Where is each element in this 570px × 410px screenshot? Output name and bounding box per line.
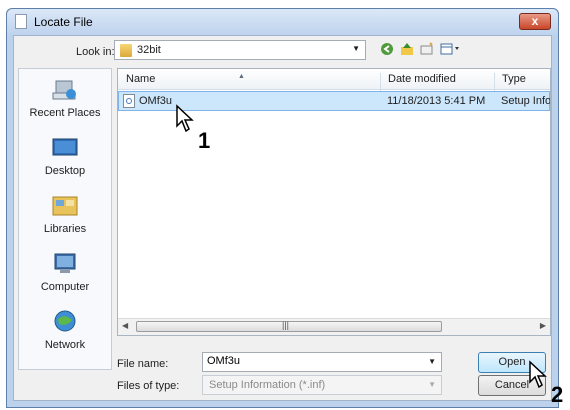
files-of-type-dropdown[interactable]: Setup Information (*.inf) ▼ [202, 375, 442, 395]
file-name: OMf3u [139, 95, 173, 107]
folder-icon [120, 44, 132, 57]
place-label: Recent Places [29, 107, 101, 119]
place-label: Network [44, 339, 86, 351]
column-name[interactable]: Name [126, 73, 155, 85]
mouse-cursor-icon [529, 360, 547, 389]
close-icon: x [531, 14, 539, 28]
place-libraries[interactable]: Libraries [19, 189, 111, 245]
new-folder-icon[interactable] [420, 42, 434, 56]
title-bar[interactable]: Locate File x [7, 9, 558, 35]
place-computer[interactable]: Computer [19, 247, 111, 303]
document-icon [15, 14, 27, 29]
place-desktop[interactable]: Desktop [19, 131, 111, 187]
network-icon [54, 310, 76, 332]
mouse-cursor-icon [176, 104, 194, 133]
callout-number-1: 1 [198, 128, 211, 153]
look-in-label: Look in: [76, 46, 115, 58]
file-name-label: File name: [117, 358, 169, 370]
column-type[interactable]: Type [502, 73, 526, 85]
horizontal-scrollbar[interactable]: ◀ ||| ▶ [118, 318, 550, 335]
scroll-right-icon[interactable]: ▶ [540, 321, 546, 330]
scrollbar-thumb[interactable]: ||| [136, 320, 442, 332]
column-divider[interactable] [380, 73, 381, 93]
grip-icon: ||| [282, 320, 290, 330]
column-date-modified[interactable]: Date modified [388, 73, 456, 85]
up-folder-icon[interactable] [400, 42, 414, 56]
close-button[interactable]: x [519, 13, 551, 30]
file-name-input[interactable] [207, 355, 417, 367]
look-in-dropdown[interactable]: 32bit ▼ [114, 40, 366, 60]
column-divider[interactable] [494, 73, 495, 93]
callout-number-2: 2 [551, 382, 564, 407]
look-in-value: 32bit [137, 44, 161, 56]
chevron-down-icon: ▼ [428, 380, 436, 389]
libraries-icon [52, 196, 78, 216]
place-recent-places[interactable]: Recent Places [19, 73, 111, 129]
place-label: Computer [40, 281, 90, 293]
files-of-type-label: Files of type: [117, 380, 180, 392]
locate-file-dialog: Locate File x Look in: 32bit ▼ Recent Pl… [6, 8, 559, 408]
place-label: Libraries [43, 223, 87, 235]
places-bar: Recent Places Desktop Libraries Computer… [18, 68, 112, 370]
dialog-body: Look in: 32bit ▼ Recent Places Desktop L [13, 35, 552, 401]
file-type: Setup Info [501, 95, 551, 107]
recent-places-icon [52, 80, 76, 100]
column-header: Name ▲ Date modified Type [118, 69, 550, 93]
desktop-icon [52, 138, 78, 156]
files-of-type-value: Setup Information (*.inf) [209, 379, 326, 391]
sort-ascending-icon: ▲ [238, 73, 245, 80]
back-icon[interactable] [380, 42, 394, 56]
scroll-left-icon[interactable]: ◀ [122, 321, 128, 330]
place-label: Desktop [44, 165, 86, 177]
file-date: 11/18/2013 5:41 PM [387, 95, 486, 107]
chevron-down-icon: ▼ [352, 44, 360, 53]
chevron-down-icon[interactable]: ▼ [428, 357, 436, 366]
window-title: Locate File [34, 15, 93, 29]
place-network[interactable]: Network [19, 305, 111, 361]
file-name-combobox[interactable]: ▼ [202, 352, 442, 372]
view-menu-icon[interactable] [440, 42, 462, 56]
setup-file-icon [123, 94, 135, 108]
computer-icon [54, 253, 76, 273]
